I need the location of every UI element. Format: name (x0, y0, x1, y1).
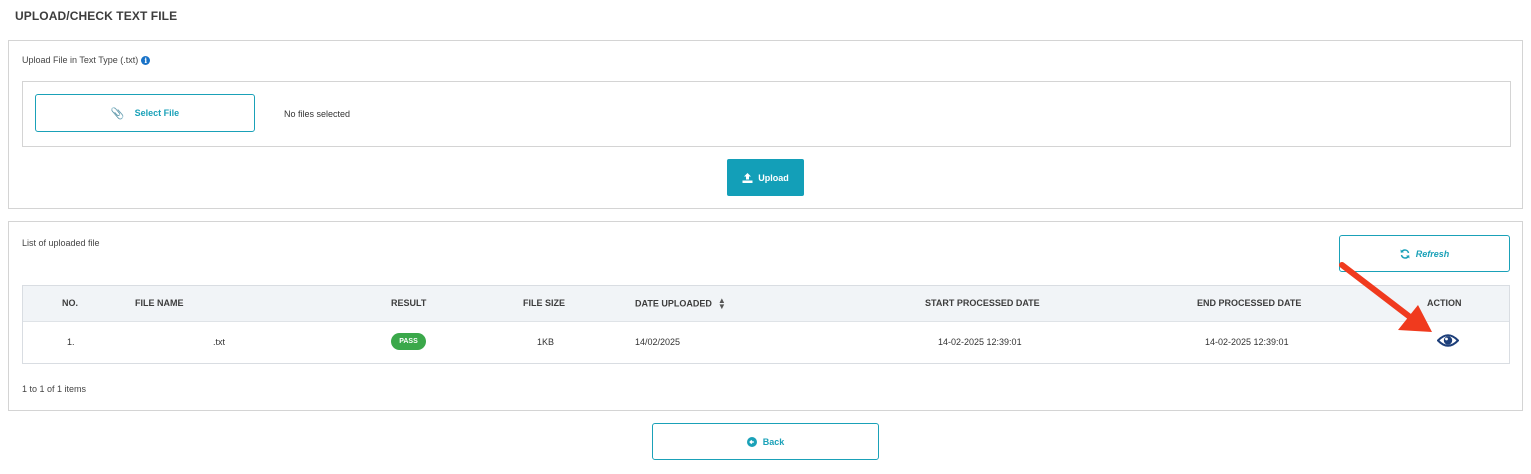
column-header-end-processed: END PROCESSED DATE (1197, 298, 1302, 308)
column-header-date-uploaded[interactable]: DATE UPLOADED ▲ ▼ (635, 297, 726, 311)
column-header-start-processed: START PROCESSED DATE (925, 298, 1040, 308)
select-file-label: Select File (134, 108, 180, 118)
list-label: List of uploaded file (22, 238, 100, 248)
back-arrow-circle-icon (746, 436, 757, 447)
paperclip-icon: 📎 (110, 107, 125, 120)
view-eye-icon[interactable] (1436, 333, 1460, 353)
row-date-uploaded: 14/02/2025 (635, 337, 681, 347)
back-label: Back (762, 436, 785, 447)
column-header-no: NO. (62, 298, 79, 308)
column-header-file-name: FILE NAME (135, 298, 184, 308)
row-number: 1. (67, 337, 75, 347)
back-button[interactable]: Back (652, 423, 879, 460)
upload-label-text: Upload File in Text Type (.txt) (22, 55, 139, 65)
uploaded-files-table: NO. FILE NAME RESULT FILE SIZE DATE UPLO… (22, 285, 1510, 364)
row-end-processed: 14-02-2025 12:39:01 (1205, 337, 1289, 347)
date-uploaded-header-label: DATE UPLOADED (635, 298, 712, 309)
table-header: NO. FILE NAME RESULT FILE SIZE DATE UPLO… (23, 286, 1509, 322)
upload-label: Upload File in Text Type (.txt) i (22, 55, 151, 65)
column-header-result: RESULT (391, 298, 427, 308)
info-icon[interactable]: i (141, 55, 151, 65)
sort-icon[interactable]: ▲ ▼ (718, 297, 726, 311)
upload-button-label: Upload (758, 172, 789, 183)
pagination-info: 1 to 1 of 1 items (22, 384, 87, 394)
column-header-file-size: FILE SIZE (523, 298, 566, 308)
upload-panel: Upload File in Text Type (.txt) i 📎 Sele… (8, 40, 1523, 209)
uploaded-files-panel: List of uploaded file Refresh NO. FILE N… (8, 221, 1523, 411)
upload-icon (742, 172, 753, 183)
no-files-text: No files selected (284, 109, 351, 119)
annotation-arrow (1339, 262, 1432, 332)
select-file-button[interactable]: 📎 Select File (35, 94, 255, 132)
result-badge: PASS (391, 333, 426, 350)
row-start-processed: 14-02-2025 12:39:01 (938, 337, 1022, 347)
file-drop-zone[interactable]: 📎 Select File No files selected (22, 81, 1511, 147)
row-file-size: 1KB (537, 337, 555, 347)
page-title: UPLOAD/CHECK TEXT FILE (15, 9, 178, 23)
row-file-name: .txt (213, 337, 226, 347)
upload-button[interactable]: Upload (727, 159, 804, 196)
